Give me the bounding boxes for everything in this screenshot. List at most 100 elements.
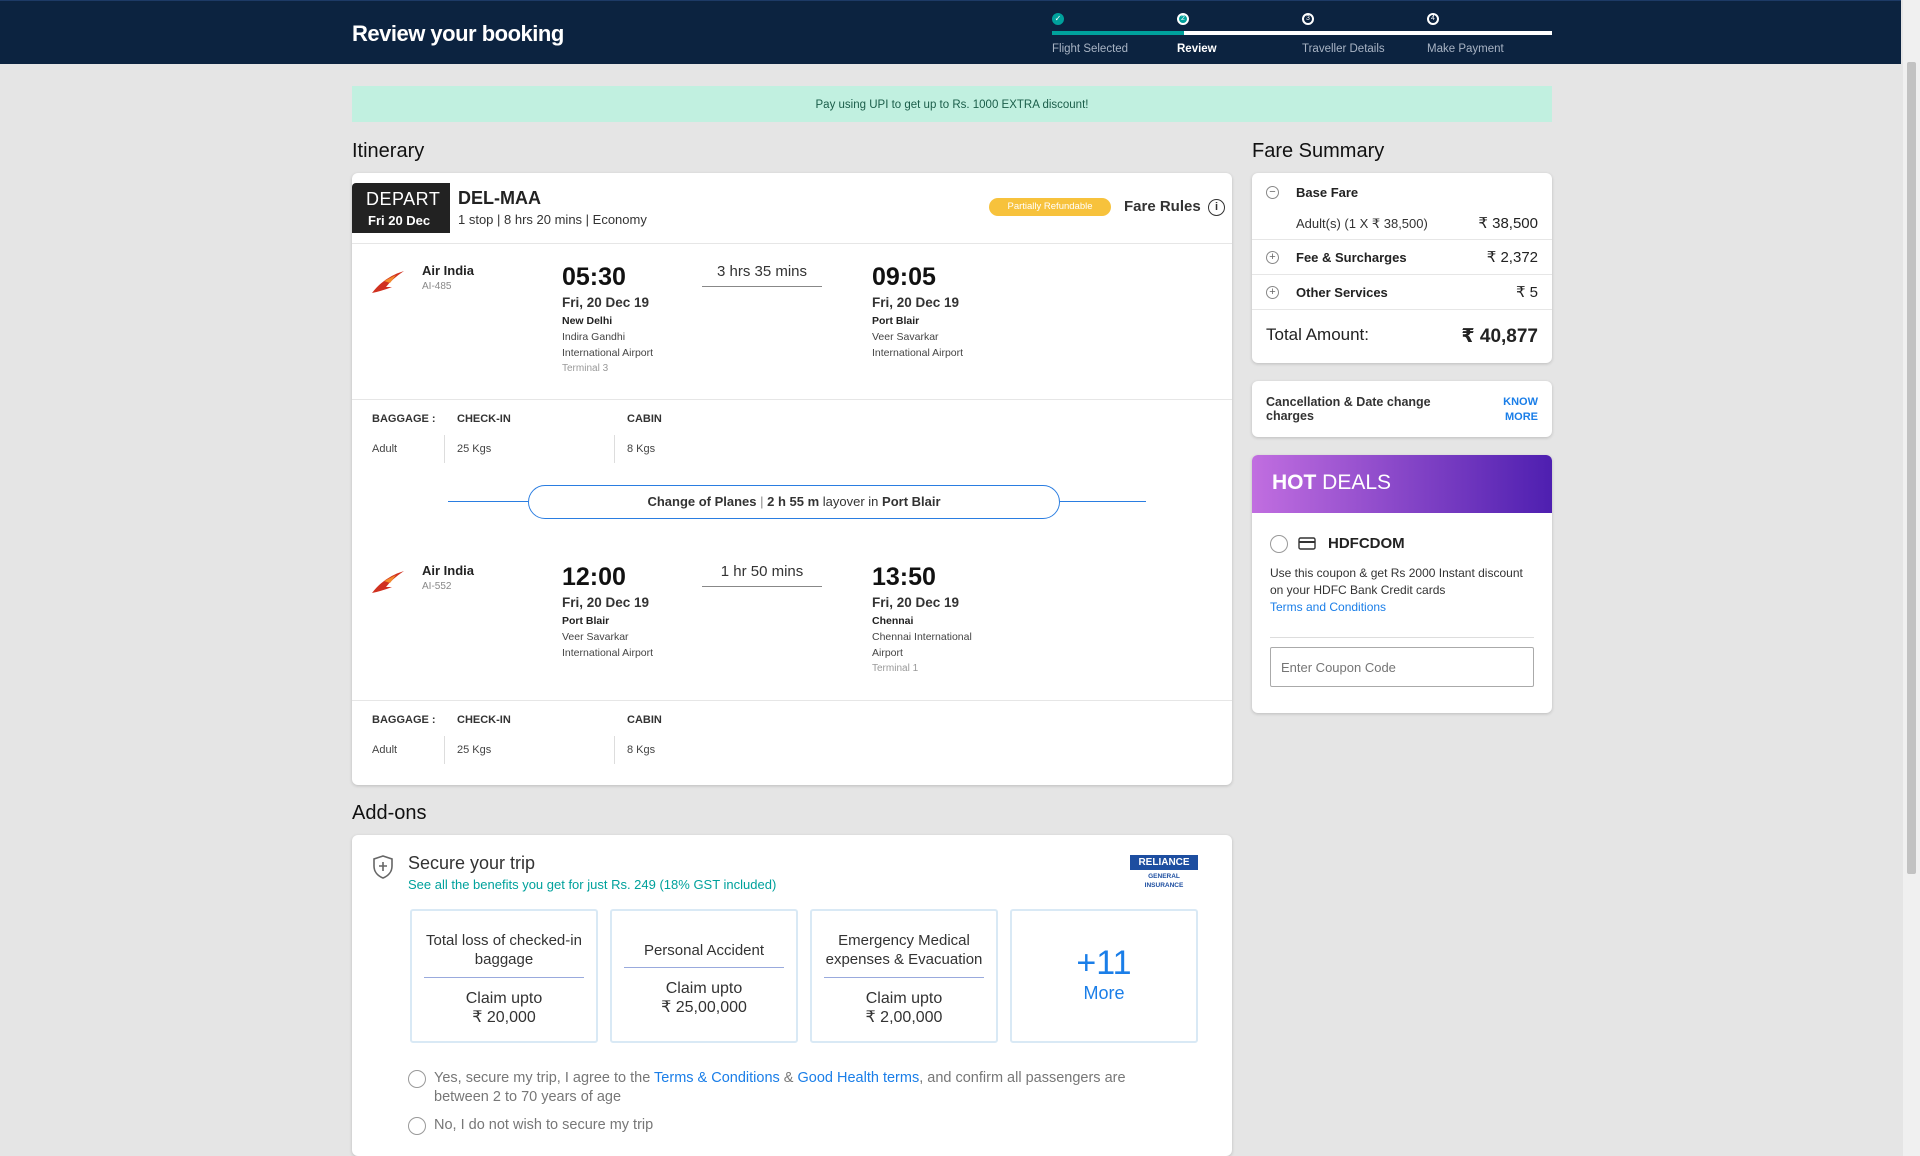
- coupon-input[interactable]: [1270, 647, 1534, 687]
- arrival-time: 09:05: [872, 263, 936, 291]
- base-fare-row[interactable]: − Base Fare: [1252, 183, 1552, 207]
- other-services-row[interactable]: + Other Services ₹ 5: [1252, 282, 1552, 306]
- departure-time: 05:30: [562, 263, 626, 291]
- terms-link[interactable]: Terms and Conditions: [1270, 599, 1538, 616]
- arrival-city: Port Blair: [872, 315, 920, 327]
- baggage-label: BAGGAGE :: [372, 413, 436, 425]
- benefit-claim: Claim upto ₹ 20,000: [424, 989, 584, 1027]
- arrival-city: Chennai: [872, 615, 914, 627]
- departure-city: Port Blair: [562, 615, 610, 627]
- airline-name: Air India: [422, 263, 475, 278]
- progress-stepper: ✓ Flight Selected 2 Review 3 Traveller D…: [1052, 13, 1552, 59]
- cabin-allowance: 8 Kgs: [627, 744, 656, 756]
- adult-fare-row: Adult(s) (1 X ₹ 38,500) ₹ 38,500: [1252, 213, 1552, 235]
- expand-icon[interactable]: +: [1266, 251, 1279, 264]
- layover-line: [448, 501, 528, 502]
- layover-text: layover in: [819, 494, 883, 509]
- divider: [624, 967, 784, 968]
- know-more-link-line2: MORE: [1505, 411, 1538, 423]
- cancellation-card: Cancellation & Date change charges KNOW M…: [1252, 381, 1552, 437]
- page-scrollbar[interactable]: [1903, 0, 1920, 1156]
- collapse-icon[interactable]: −: [1266, 186, 1279, 199]
- departure-date: Fri, 20 Dec 19: [562, 595, 650, 610]
- step-label: Review: [1177, 43, 1217, 55]
- checkin-header: CHECK-IN: [457, 714, 511, 726]
- flight-number: AI-552: [422, 581, 452, 592]
- info-icon[interactable]: i: [1208, 199, 1225, 216]
- flight-segment-2: Air India AI-552 12:00 Fri, 20 Dec 19 Po…: [352, 543, 1232, 703]
- step-number: 3: [1302, 13, 1314, 25]
- secure-no-label[interactable]: No, I do not wish to secure my trip: [434, 1117, 653, 1133]
- page-title: Review your booking: [352, 21, 564, 46]
- more-count: +11: [1076, 944, 1132, 982]
- more-benefits-button[interactable]: +11 More: [1010, 909, 1198, 1043]
- coupon-radio[interactable]: [1270, 535, 1288, 553]
- reliance-logo-subtext-line1: GENERAL: [1148, 873, 1180, 880]
- benefit-card: Personal Accident Claim upto ₹ 25,00,000: [610, 909, 798, 1043]
- scrollbar-thumb[interactable]: [1907, 62, 1916, 874]
- fare-rules-link[interactable]: Fare Rules: [1124, 198, 1201, 215]
- know-more-link-line1: KNOW: [1503, 396, 1538, 408]
- terms-conditions-link[interactable]: Terms & Conditions: [654, 1070, 780, 1086]
- adult-fare-amount: ₹ 38,500: [1478, 215, 1538, 232]
- arrival-terminal: Terminal 1: [872, 663, 919, 674]
- itinerary-title: Itinerary: [352, 140, 425, 162]
- depart-label: DEPART: [366, 189, 441, 209]
- route: DEL-MAA: [458, 188, 541, 208]
- step-number: 2: [1177, 13, 1189, 25]
- divider: [1252, 309, 1552, 310]
- arrival-airport: Veer Savarkar International Airport: [872, 331, 964, 359]
- departure-airport: Indira Gandhi International Airport: [562, 331, 654, 359]
- divider: [824, 977, 984, 978]
- cabin-header: CABIN: [627, 413, 662, 425]
- departure-city: New Delhi: [562, 315, 613, 327]
- claim-amount: ₹ 25,00,000: [661, 999, 747, 1016]
- other-services-amount: ₹ 5: [1515, 284, 1538, 301]
- fare-summary-title: Fare Summary: [1252, 140, 1385, 162]
- check-icon: ✓: [1052, 13, 1064, 25]
- baggage-label: BAGGAGE :: [372, 714, 436, 726]
- good-health-terms-link[interactable]: Good Health terms: [798, 1070, 920, 1086]
- yes-text: Yes, secure my trip, I agree to the: [434, 1070, 655, 1086]
- depart-date: Fri 20 Dec: [368, 213, 431, 228]
- secure-yes-label[interactable]: Yes, secure my trip, I agree to the Term…: [434, 1069, 1174, 1107]
- checkin-header: CHECK-IN: [457, 413, 511, 425]
- arrival-time: 13:50: [872, 563, 936, 591]
- expand-icon[interactable]: +: [1266, 286, 1279, 299]
- benefit-claim: Claim upto ₹ 2,00,000: [824, 989, 984, 1027]
- hot-deals-card: HOT DEALS HDFCDOM Use this coupon & get …: [1252, 455, 1552, 713]
- air-india-logo-icon: [372, 571, 404, 593]
- cabin-allowance: 8 Kgs: [627, 443, 656, 455]
- divider: [352, 700, 1232, 701]
- checkin-allowance: 25 Kgs: [457, 744, 492, 756]
- base-fare-label: Base Fare: [1296, 185, 1359, 200]
- arrival-date: Fri, 20 Dec 19: [872, 595, 960, 610]
- layover-type: Change of Planes: [647, 494, 757, 509]
- secure-trip-title: Secure your trip: [408, 853, 536, 873]
- claim-label: Claim upto: [665, 980, 743, 997]
- benefit-claim: Claim upto ₹ 25,00,000: [624, 979, 784, 1017]
- divider: [1270, 637, 1534, 638]
- claim-label: Claim upto: [465, 990, 543, 1007]
- fare-summary-card: − Base Fare Adult(s) (1 X ₹ 38,500) ₹ 38…: [1252, 173, 1552, 363]
- divider: [424, 977, 584, 978]
- adult-fare-label: Adult(s) (1 X ₹ 38,500): [1296, 216, 1428, 231]
- departure-date: Fri, 20 Dec 19: [562, 295, 650, 310]
- fee-row[interactable]: + Fee & Surcharges ₹ 2,372: [1252, 247, 1552, 271]
- know-more-link[interactable]: KNOW MORE: [1503, 395, 1538, 425]
- departure-time: 12:00: [562, 563, 626, 591]
- step-label: Make Payment: [1427, 43, 1504, 55]
- secure-yes-radio[interactable]: [408, 1070, 426, 1088]
- benefit-title: Total loss of checked-in baggage: [426, 932, 582, 968]
- coupon-description-text: Use this coupon & get Rs 2000 Instant di…: [1270, 566, 1523, 597]
- secure-no-radio[interactable]: [408, 1117, 426, 1135]
- refund-status-badge: Partially Refundable: [989, 198, 1111, 216]
- passenger-type: Adult: [372, 744, 398, 756]
- upi-offer-banner: Pay using UPI to get up to Rs. 1000 EXTR…: [352, 86, 1552, 122]
- layover-pill: Change of Planes | 2 h 55 m layover in P…: [528, 485, 1060, 519]
- yes-text: &: [779, 1070, 798, 1086]
- layover-separator: |: [756, 494, 768, 509]
- hot-deals-header: HOT DEALS: [1252, 455, 1552, 513]
- layover-duration: 2 h 55 m: [767, 494, 820, 509]
- reliance-logo: RELIANCE GENERAL INSURANCE: [1130, 855, 1198, 890]
